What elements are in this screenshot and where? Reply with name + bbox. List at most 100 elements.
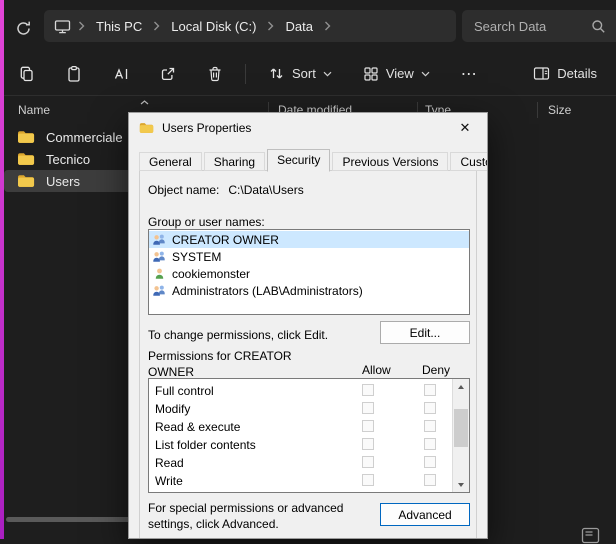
group-or-user-names-label: Group or user names: — [148, 215, 265, 229]
copy-button[interactable] — [10, 57, 44, 91]
folder-icon — [17, 152, 35, 166]
deny-checkbox[interactable] — [424, 402, 436, 414]
permission-row-write[interactable]: Write — [149, 472, 469, 490]
permission-row-read[interactable]: Read — [149, 454, 469, 472]
column-separator[interactable] — [537, 102, 538, 118]
deny-checkbox[interactable] — [424, 456, 436, 468]
breadcrumb-chevron-icon — [78, 21, 85, 31]
file-name: Tecnico — [46, 152, 90, 167]
sort-label: Sort — [292, 66, 316, 81]
view-button[interactable]: View — [354, 57, 439, 91]
deny-checkbox[interactable] — [424, 438, 436, 450]
close-button[interactable]: ✕ — [447, 115, 483, 141]
permission-name: Read & execute — [155, 420, 240, 434]
tab-general[interactable]: General — [139, 152, 202, 171]
dialog-tabs: General Sharing Security Previous Versio… — [139, 148, 488, 171]
user-name: Administrators (LAB\Administrators) — [172, 284, 363, 298]
deny-checkbox[interactable] — [424, 474, 436, 486]
paste-button[interactable] — [57, 57, 91, 91]
toolbar-divider — [245, 64, 246, 84]
file-name: Commerciale — [46, 130, 123, 145]
allow-checkbox[interactable] — [362, 456, 374, 468]
deny-checkbox[interactable] — [424, 420, 436, 432]
user-item-creator-owner[interactable]: CREATOR OWNER — [149, 231, 469, 248]
user-item-system[interactable]: SYSTEM — [149, 248, 469, 265]
dialog-title: Users Properties — [162, 121, 251, 135]
permission-row-list-folder-contents[interactable]: List folder contents — [149, 436, 469, 454]
breadcrumb-this-pc[interactable]: This PC — [92, 17, 146, 36]
copy-icon — [18, 65, 36, 83]
security-tab-page: Object name: C:\Data\Users Group or user… — [139, 170, 477, 539]
permission-name: Full control — [155, 384, 214, 398]
advanced-hint-text: For special permissions or advanced sett… — [148, 501, 370, 532]
address-bar[interactable]: This PC Local Disk (C:) Data — [44, 10, 456, 42]
allow-checkbox[interactable] — [362, 420, 374, 432]
edit-button[interactable]: Edit... — [380, 321, 470, 344]
tab-security[interactable]: Security — [267, 149, 330, 172]
object-name-row: Object name: C:\Data\Users — [148, 183, 304, 197]
object-name-value: C:\Data\Users — [228, 183, 303, 197]
permissions-list: Full control Modify Read & execute List … — [148, 378, 470, 493]
permissions-scrollbar[interactable] — [452, 379, 469, 492]
column-header-size[interactable]: Size — [548, 103, 571, 117]
scroll-up-icon[interactable] — [453, 379, 469, 394]
permission-name: Write — [155, 474, 183, 488]
allow-column-label: Allow — [362, 363, 391, 377]
allow-checkbox[interactable] — [362, 474, 374, 486]
allow-checkbox[interactable] — [362, 402, 374, 414]
permission-row-modify[interactable]: Modify — [149, 400, 469, 418]
trash-icon — [206, 65, 224, 83]
paste-icon — [65, 65, 83, 83]
details-button[interactable]: Details — [524, 57, 606, 91]
delete-button[interactable] — [198, 57, 232, 91]
breadcrumb-data[interactable]: Data — [281, 17, 316, 36]
breadcrumb-chevron-icon — [324, 21, 331, 31]
properties-dialog: Users Properties ✕ General Sharing Secur… — [128, 112, 488, 539]
folder-icon — [139, 122, 154, 134]
group-or-user-names-list: CREATOR OWNER SYSTEM cookiemonster Admin… — [148, 229, 470, 315]
left-accent-strip — [0, 0, 4, 539]
rename-icon — [112, 65, 130, 83]
allow-checkbox[interactable] — [362, 438, 374, 450]
details-label: Details — [557, 66, 597, 81]
permission-row-full-control[interactable]: Full control — [149, 382, 469, 400]
more-options-button[interactable]: ⋯ — [452, 57, 486, 91]
tab-sharing[interactable]: Sharing — [204, 152, 265, 171]
search-input[interactable] — [472, 18, 591, 35]
scroll-down-icon[interactable] — [453, 477, 469, 492]
user-item-cookiemonster[interactable]: cookiemonster — [149, 265, 469, 282]
details-pane-icon — [533, 66, 550, 81]
view-icon — [363, 66, 379, 82]
user-item-administrators[interactable]: Administrators (LAB\Administrators) — [149, 282, 469, 299]
group-icon — [152, 250, 167, 263]
tab-previous-versions[interactable]: Previous Versions — [332, 152, 448, 171]
chevron-down-icon — [323, 71, 332, 77]
dialog-titlebar[interactable]: Users Properties ✕ — [129, 113, 487, 143]
sort-button[interactable]: Sort — [259, 57, 341, 91]
sort-icon — [268, 65, 285, 82]
allow-checkbox[interactable] — [362, 384, 374, 396]
refresh-icon — [15, 20, 32, 37]
breadcrumb-local-disk-c[interactable]: Local Disk (C:) — [167, 17, 260, 36]
sort-ascending-icon — [140, 100, 149, 105]
tab-customize[interactable]: Customize — [450, 152, 488, 171]
share-icon — [159, 65, 177, 83]
details-view-toggle-icon[interactable] — [581, 527, 600, 544]
permission-name: List folder contents — [155, 438, 256, 452]
user-name: SYSTEM — [172, 250, 221, 264]
advanced-button[interactable]: Advanced — [380, 503, 470, 526]
folder-icon — [17, 130, 35, 144]
refresh-button[interactable] — [9, 14, 37, 42]
object-name-label: Object name: — [148, 183, 219, 197]
share-button[interactable] — [151, 57, 185, 91]
deny-checkbox[interactable] — [424, 384, 436, 396]
permission-name: Read — [155, 456, 184, 470]
group-icon — [152, 233, 167, 246]
user-name: CREATOR OWNER — [172, 233, 279, 247]
rename-button[interactable] — [104, 57, 138, 91]
permission-row-read-execute[interactable]: Read & execute — [149, 418, 469, 436]
permissions-for-label: Permissions for CREATOR OWNER — [148, 349, 298, 380]
scrollbar-thumb[interactable] — [454, 409, 468, 447]
view-label: View — [386, 66, 414, 81]
column-header-name[interactable]: Name — [18, 103, 50, 117]
